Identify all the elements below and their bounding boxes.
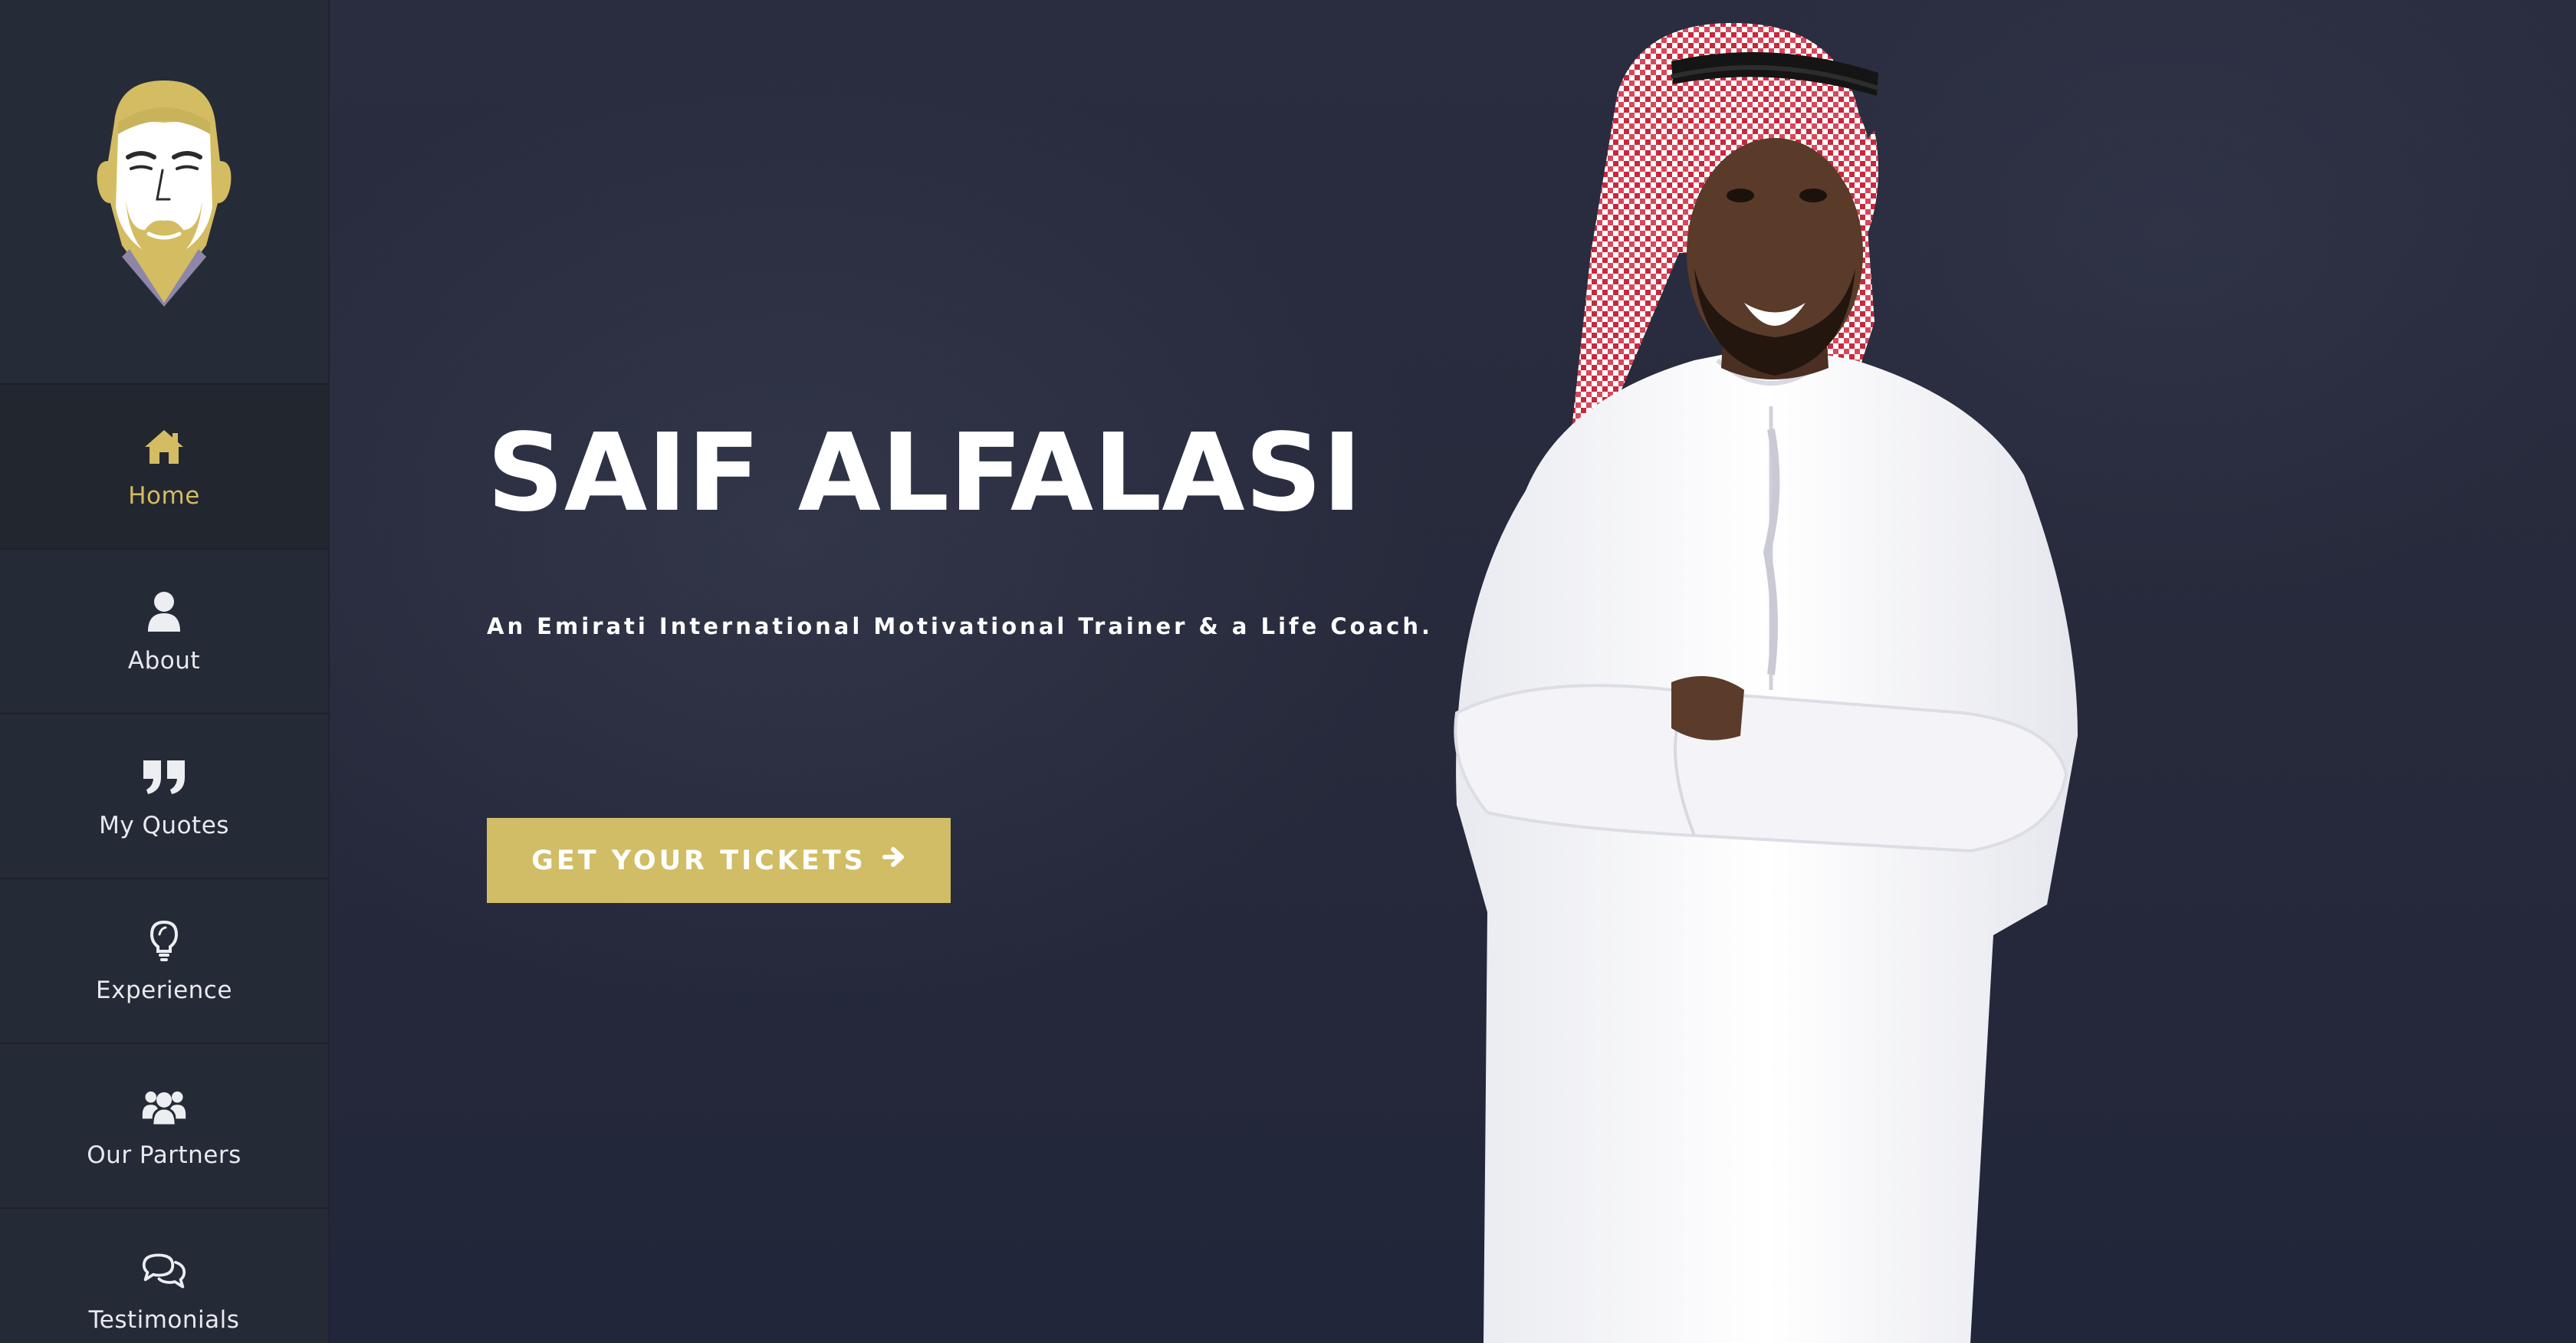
home-icon [141, 424, 187, 470]
sidebar-item-label: My Quotes [99, 811, 229, 839]
sidebar-item-home[interactable]: Home [0, 385, 328, 550]
sidebar-item-our-partners[interactable]: Our Partners [0, 1044, 328, 1209]
sidebar-item-label: Experience [96, 976, 232, 1004]
lightbulb-icon [141, 918, 187, 964]
sidebar-logo[interactable] [0, 0, 328, 385]
sidebar-item-label: Testimonials [88, 1305, 240, 1334]
get-tickets-button[interactable]: GET YOUR TICKETS [487, 818, 951, 903]
sidebar: Home About My Quotes Experience Our Part… [0, 0, 330, 1343]
sidebar-item-testimonials[interactable]: Testimonials [0, 1209, 328, 1343]
sidebar-item-label: Home [128, 481, 200, 510]
sidebar-item-experience[interactable]: Experience [0, 879, 328, 1044]
page: Home About My Quotes Experience Our Part… [0, 0, 2576, 1343]
sidebar-item-about[interactable]: About [0, 550, 328, 714]
user-icon [141, 589, 187, 635]
cta-label: GET YOUR TICKETS [531, 845, 866, 876]
hero-subtitle: An Emirati International Motivational Tr… [487, 613, 1434, 639]
users-icon [141, 1083, 187, 1129]
hero-title: SAIF ALFALASI [487, 411, 1362, 536]
hero-section: SAIF ALFALASI An Emirati International M… [330, 0, 2576, 1343]
quote-icon [141, 754, 187, 800]
sidebar-item-label: About [127, 646, 201, 675]
arrow-right-icon [882, 845, 906, 876]
hero-portrait-image [1454, 23, 2078, 1343]
avatar-face-logo [97, 80, 232, 307]
comments-icon [141, 1248, 187, 1294]
sidebar-item-my-quotes[interactable]: My Quotes [0, 714, 328, 879]
sidebar-item-label: Our Partners [87, 1141, 242, 1169]
